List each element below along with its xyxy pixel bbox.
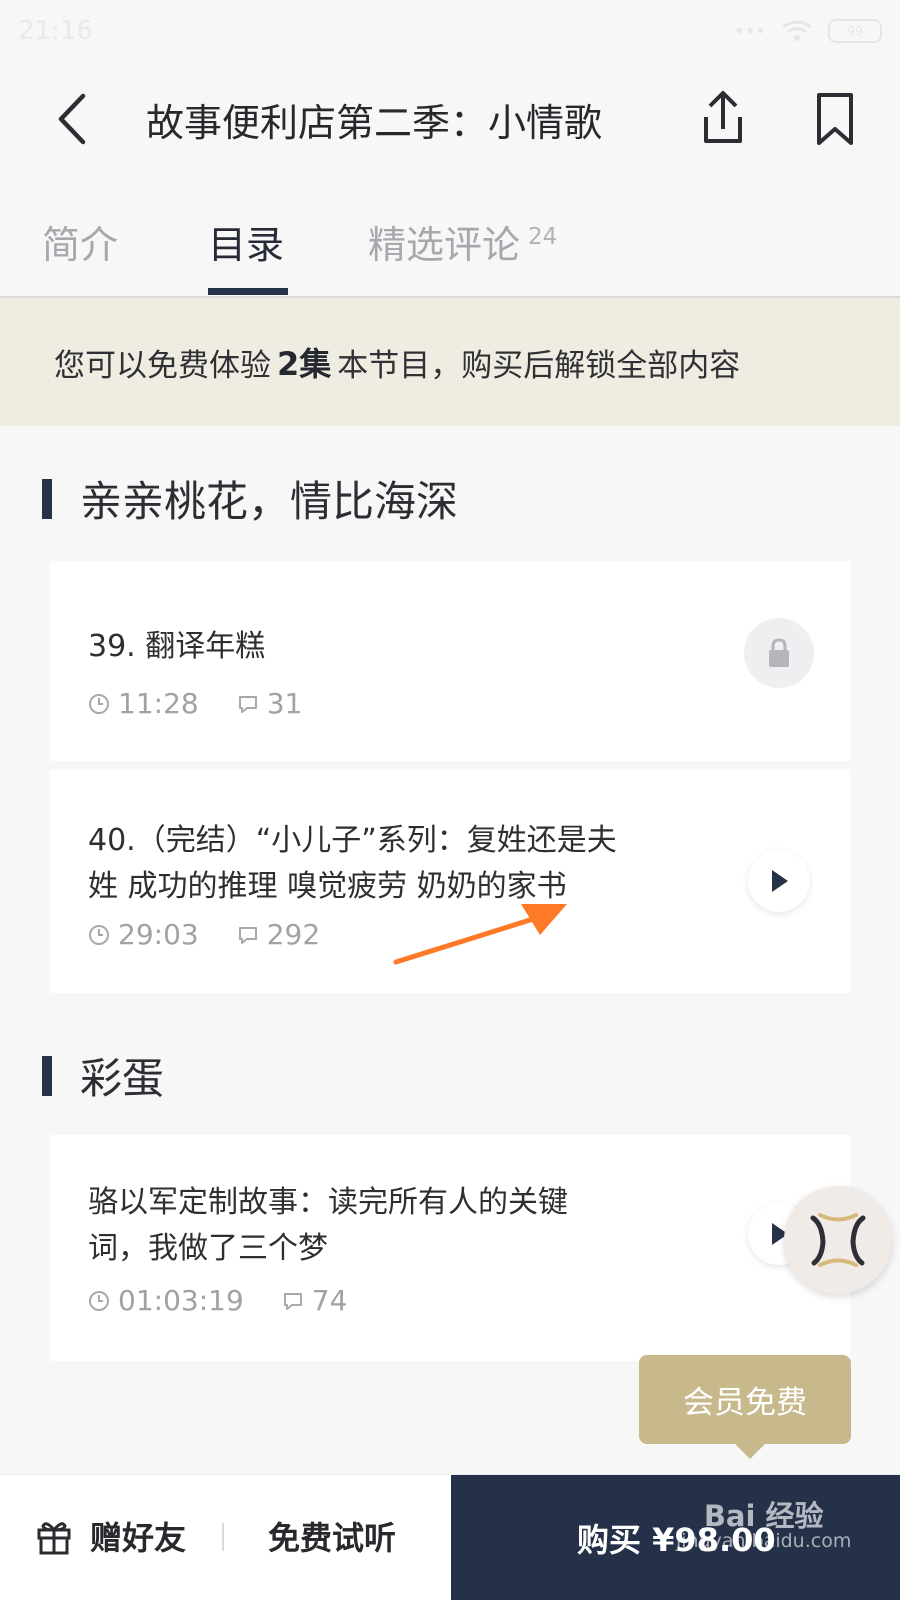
tab-label: 简介: [42, 223, 119, 267]
member-free-label: 会员免费: [683, 1385, 807, 1421]
comment-count-badge: 24: [528, 224, 558, 251]
share-button[interactable]: [694, 86, 752, 152]
gift-to-friend-button[interactable]: 赠好友: [34, 1505, 186, 1567]
duration: 11:28: [88, 687, 199, 720]
duration: 01:03:19: [88, 1284, 244, 1317]
battery-level: 99: [847, 24, 863, 38]
tab-introduction[interactable]: 简介: [42, 214, 118, 269]
episode-card[interactable]: 骆以军定制故事：读完所有人的关键 词，我做了三个梦 01:03:19 74: [50, 1135, 850, 1361]
battery-icon: 99: [828, 19, 882, 43]
bottom-divider: [222, 1523, 224, 1551]
comment-icon: [283, 1292, 302, 1310]
duration-text: 01:03:19: [118, 1284, 244, 1317]
play-icon: [772, 870, 788, 892]
wifi-icon: [782, 20, 812, 41]
chevron-left-icon: [58, 93, 86, 145]
duration: 29:03: [88, 918, 199, 951]
buy-label: 购买 ¥98.00: [577, 1521, 776, 1559]
tab-catalog[interactable]: 目录: [208, 214, 284, 269]
gift-label: 赠好友: [90, 1519, 187, 1557]
member-free-tooltip[interactable]: 会员免费: [639, 1355, 851, 1459]
tab-featured-comments[interactable]: 精选评论 24: [368, 214, 557, 269]
gift-icon: [37, 1522, 71, 1555]
free-episode-count: 2集: [277, 345, 332, 383]
banner-text-before: 您可以免费体验: [54, 347, 271, 384]
section-marker: [42, 1055, 52, 1096]
duration-text: 29:03: [118, 918, 199, 951]
episode-title: 40.（完结）“小儿子”系列：复姓还是夫 姓 成功的推理 嗅觉疲劳 奶奶的家书: [88, 823, 617, 904]
free-trial-banner: 您可以免费体验 2集 本节目，购买后解锁全部内容: [0, 298, 900, 426]
play-button[interactable]: [748, 850, 810, 912]
free-trial-button[interactable]: 免费试听: [268, 1505, 396, 1567]
lock-button: [744, 618, 814, 688]
active-tab-indicator: [208, 288, 288, 295]
comments: 31: [237, 687, 303, 720]
signal-icon: •••: [734, 20, 766, 42]
page-title: 故事便利店第二季：小情歌: [146, 101, 603, 145]
tab-bar: 简介 目录 精选评论 24: [0, 174, 900, 298]
comment-icon: [238, 926, 257, 944]
bookmark-button[interactable]: [806, 86, 864, 152]
episode-meta: 29:03 292: [88, 918, 320, 951]
status-bar: 21:16 ••• 99: [0, 0, 900, 62]
section-title: 彩蛋: [80, 1054, 165, 1103]
episode-meta: 11:28 31: [88, 687, 302, 720]
episode-meta: 01:03:19 74: [88, 1284, 347, 1317]
album-cover-icon: [810, 1213, 866, 1267]
comments: 292: [237, 918, 320, 951]
section-heading: 亲亲桃花，情比海深: [42, 468, 458, 529]
floating-player-avatar[interactable]: [784, 1186, 892, 1294]
share-icon: [704, 91, 742, 143]
tab-label: 精选评论: [368, 223, 521, 267]
comment-count: 292: [266, 918, 321, 951]
status-time: 21:16: [18, 16, 93, 46]
section-heading: 彩蛋: [42, 1045, 164, 1106]
clock-icon: [89, 1290, 109, 1311]
clock-icon: [89, 924, 109, 945]
section-marker: [42, 478, 52, 519]
comments: 74: [282, 1284, 348, 1317]
purchase-bar: 赠好友 免费试听 购买 ¥98.00: [0, 1474, 900, 1600]
tab-label: 目录: [208, 223, 285, 267]
comment-count: 31: [266, 687, 303, 720]
duration-text: 11:28: [118, 687, 199, 720]
status-icons: ••• 99: [734, 19, 882, 43]
episode-card[interactable]: 40.（完结）“小儿子”系列：复姓还是夫 姓 成功的推理 嗅觉疲劳 奶奶的家书 …: [50, 770, 850, 993]
bookmark-icon: [817, 93, 853, 145]
episode-title: 39. 翻译年糕: [88, 629, 266, 664]
episode-card[interactable]: 39. 翻译年糕 11:28 31: [50, 561, 850, 761]
top-navigation: 故事便利店第二季：小情歌: [0, 62, 900, 174]
section-title: 亲亲桃花，情比海深: [80, 477, 459, 526]
episode-title: 骆以军定制故事：读完所有人的关键 词，我做了三个梦: [88, 1185, 568, 1266]
lock-icon: [769, 638, 789, 667]
banner-text-after: 本节目，购买后解锁全部内容: [337, 347, 741, 384]
comment-count: 74: [311, 1284, 348, 1317]
buy-button[interactable]: 购买 ¥98.00: [451, 1475, 900, 1600]
comment-icon: [238, 695, 257, 713]
back-button[interactable]: [44, 82, 106, 154]
trial-label: 免费试听: [268, 1519, 397, 1557]
clock-icon: [89, 693, 109, 714]
